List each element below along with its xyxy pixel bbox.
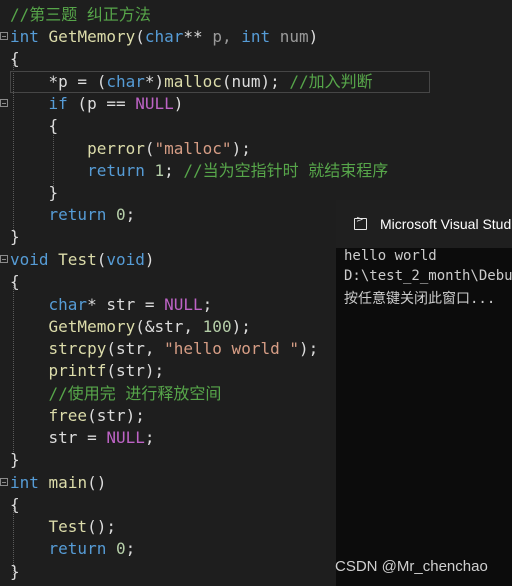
code-line-getmemory-call: GetMemory(&str, 100); xyxy=(48,317,251,336)
code-line-free: free(str); xyxy=(48,406,145,425)
fold-collapse-icon[interactable] xyxy=(0,478,8,486)
console-title: Microsoft Visual Studio 调试控制台 xyxy=(380,216,512,232)
code-line-return0: return 0; xyxy=(48,539,136,558)
code-line-return1: return 1; //当为空指针时 就结束程序 xyxy=(87,161,389,180)
code-line-test-call: Test(); xyxy=(48,517,116,536)
code-line-strcpy: strcpy(str, "hello world "); xyxy=(48,339,319,358)
code-brace: } xyxy=(10,450,20,469)
code-line-if: if (p == NULL) xyxy=(48,94,184,113)
code-brace: } xyxy=(48,183,59,202)
code-brace: } xyxy=(10,227,20,246)
code-brace: } xyxy=(10,562,20,581)
code-line-decl: char* str = NULL; xyxy=(48,295,213,314)
code-line-perror: perror("malloc"); xyxy=(87,139,251,158)
code-comment: //第三题 纠正方法 xyxy=(10,5,151,24)
console-output-line: 按任意键关闭此窗口... xyxy=(344,291,496,307)
code-line-assign-null: str = NULL; xyxy=(48,428,155,447)
fold-collapse-icon[interactable] xyxy=(0,255,8,263)
code-comment: //使用完 进行释放空间 xyxy=(48,384,222,403)
watermark: CSDN @Mr_chenchao xyxy=(335,558,488,575)
fold-collapse-icon[interactable] xyxy=(0,32,8,40)
code-line-fn-getmemory: int GetMemory(char** p, int num) xyxy=(10,27,319,46)
fold-collapse-icon[interactable] xyxy=(0,99,8,107)
code-line-main: int main() xyxy=(10,473,107,492)
code-line-printf: printf(str); xyxy=(48,361,165,380)
debug-console-window[interactable]: Microsoft Visual Studio 调试控制台 hello worl… xyxy=(336,200,512,586)
console-titlebar[interactable]: Microsoft Visual Studio 调试控制台 xyxy=(336,200,512,248)
code-line-fn-test: void Test(void) xyxy=(10,250,155,269)
code-brace: { xyxy=(48,116,59,135)
code-brace: { xyxy=(10,495,20,514)
code-brace: { xyxy=(10,49,20,68)
console-output-line: D:\test_2_month\Debug\test.exe xyxy=(344,268,512,284)
code-brace: { xyxy=(10,272,20,291)
console-icon xyxy=(354,215,367,230)
console-output-line: hello world xyxy=(344,248,437,264)
code-line-return0: return 0; xyxy=(48,205,136,224)
code-line-malloc: *p = (char*)malloc(num); //加入判断 xyxy=(48,72,373,91)
